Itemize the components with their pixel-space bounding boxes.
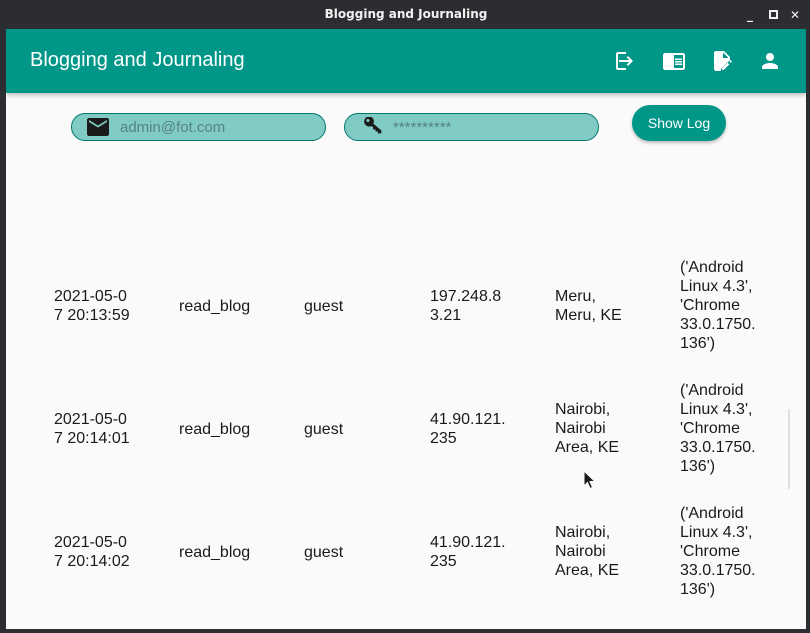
action-cell: read_blog [179,544,251,561]
password-field[interactable] [344,113,599,141]
maximize-button[interactable] [766,8,780,22]
mouse-cursor-icon [583,470,597,490]
scrollbar[interactable] [788,409,790,489]
table-row: 2021-05-0 7 20:13:59 read_blog guest 197… [6,254,806,377]
location-cell: Nairobi, Nairobi Area, KE [555,401,620,456]
minimize-button[interactable]: _ [743,8,757,22]
key-icon [364,117,382,134]
location-cell: Meru, Meru, KE [555,288,622,324]
app-window: Blogging and Journaling _ ✕ 2021-05-0 7 … [0,0,810,633]
app-bar: Blogging and Journaling [6,29,806,93]
email-icon [87,118,109,136]
window-titlebar[interactable]: Blogging and Journaling _ ✕ [1,1,810,29]
app-title: Blogging and Journaling [30,49,245,71]
password-input[interactable] [393,117,583,137]
login-icon[interactable] [614,49,638,73]
person-icon[interactable] [758,49,782,73]
user-agent-cell: ('Android Linux 4.3', 'Chrome 33.0.1750.… [680,259,756,352]
ip-cell: 41.90.121. 235 [430,411,506,447]
user-cell: guest [304,298,344,315]
show-log-button[interactable]: Show Log [632,105,726,141]
email-field[interactable] [71,113,326,141]
ip-cell: 197.248.8 3.21 [430,288,502,324]
table-row: 2021-05-0 7 20:14:02 read_blog guest 41.… [6,500,806,623]
location-cell: Nairobi, Nairobi Area, KE [555,524,620,579]
email-input[interactable] [120,117,310,137]
app-client-area: 2021-05-0 7 20:13:59 read_blog guest 197… [6,29,806,629]
timestamp-cell: 2021-05-0 7 20:13:59 [54,288,130,324]
user-agent-cell: ('Android Linux 4.3', 'Chrome 33.0.1750.… [680,382,756,475]
user-cell: guest [304,544,344,561]
timestamp-cell: 2021-05-0 7 20:14:02 [54,534,130,570]
window-title: Blogging and Journaling [324,7,488,21]
action-cell: read_blog [179,298,251,315]
action-cell: read_blog [179,421,251,438]
edit-note-icon[interactable] [710,49,734,73]
timestamp-cell: 2021-05-0 7 20:14:01 [54,411,130,447]
close-button[interactable]: ✕ [788,8,802,22]
chrome-reader-icon[interactable] [662,49,686,73]
user-cell: guest [304,421,344,438]
user-agent-cell: ('Android Linux 4.3', 'Chrome 33.0.1750.… [680,505,756,598]
ip-cell: 41.90.121. 235 [430,534,506,570]
table-row: 2021-05-0 7 20:14:01 read_blog guest 41.… [6,377,806,500]
